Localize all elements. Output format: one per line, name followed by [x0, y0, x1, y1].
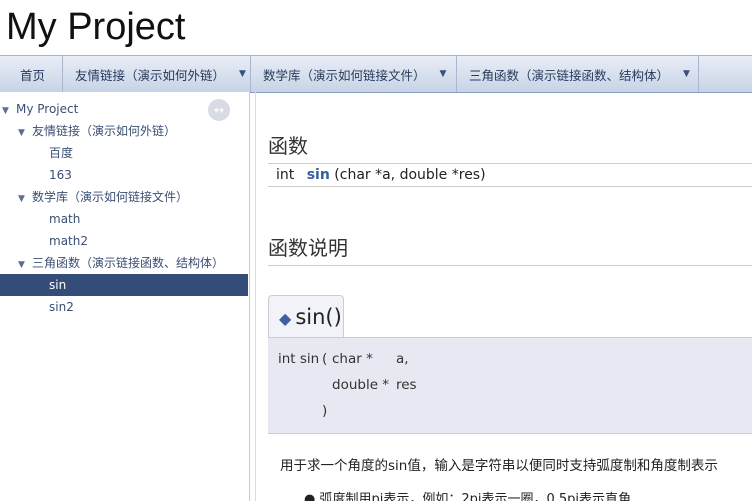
chevron-down-icon[interactable]: ▼ [2, 100, 16, 122]
sidebar-tree: ↔ ▼ My Project ▼ 友情链接（演示如何外链） 百度 163 ▼ 数学库（… [0, 92, 250, 501]
tree-root[interactable]: ▼ My Project [2, 98, 78, 120]
nav-home[interactable]: 首页 [0, 56, 63, 92]
nav-trig-label: 三角函数（演示链接函数、结构体） [469, 67, 670, 83]
tree-group-label: 数学库（演示如何链接文件） [32, 190, 189, 204]
chevron-down-icon: ▼ [439, 69, 447, 79]
proto-p1-name: a, [396, 351, 409, 367]
member-name: sin() [295, 305, 342, 329]
chevron-down-icon: ▼ [683, 69, 690, 79]
nav-mathlib-label: 数学库（演示如何链接文件） [263, 67, 426, 83]
proto-open: ( [322, 351, 328, 367]
list-item-text: 弧度制用pi表示，例如：2pi表示一圈，0.5pi表示直角 [319, 492, 632, 501]
function-params: (char *a, double *res) [334, 167, 486, 183]
top-nav-bar: 首页 友情链接（演示如何外链） ▼ 数学库（演示如何链接文件） ▼ 三角函数（演… [0, 55, 752, 93]
page-title: My Project [6, 6, 186, 48]
tree-group-trig[interactable]: ▼ 三角函数（演示链接函数、结构体） [18, 252, 224, 274]
member-description: 用于求一个角度的sin值，输入是字符串以便同时支持弧度制和角度制表示 [280, 458, 718, 474]
bullet-icon: ● [304, 492, 316, 501]
sync-toggle-icon[interactable]: ↔ [208, 99, 230, 121]
tree-item-baidu[interactable]: 百度 [49, 142, 73, 164]
tree-item-math[interactable]: math [49, 208, 80, 230]
tree-group-mathlib[interactable]: ▼ 数学库（演示如何链接文件） [18, 186, 188, 208]
tree-item-label: sin [49, 278, 67, 292]
return-type: int [276, 167, 295, 183]
tree-item-163[interactable]: 163 [49, 164, 72, 186]
chevron-down-icon[interactable]: ▼ [18, 188, 32, 210]
nav-mathlib-menu[interactable]: 数学库（演示如何链接文件） ▼ [251, 56, 457, 92]
nav-links-label: 友情链接（演示如何外链） [75, 67, 226, 83]
tree-item-sin-selected[interactable]: sin [0, 274, 248, 296]
tree-group-links[interactable]: ▼ 友情链接（演示如何外链） [18, 120, 176, 142]
proto-p2-name: res [396, 377, 417, 393]
chevron-down-icon[interactable]: ▼ [18, 122, 32, 144]
proto-ret: int sin [278, 351, 320, 367]
proto-p1-type: char * [332, 351, 373, 367]
function-signature-row: int sin (char *a, double *res) [268, 164, 752, 187]
nav-home-label: 首页 [20, 67, 46, 83]
function-link[interactable]: sin [307, 167, 330, 183]
nav-trig-menu[interactable]: 三角函数（演示链接函数、结构体） ▼ [457, 56, 699, 92]
details-heading: 函数说明 [268, 232, 752, 266]
tree-item-label: math2 [49, 234, 88, 248]
tree-item-label: 163 [49, 168, 72, 182]
functions-heading: 函数 [268, 130, 752, 164]
member-prototype: int sin ( char * a, double * res ) [268, 337, 752, 434]
list-item: ● 弧度制用pi表示，例如：2pi表示一圈，0.5pi表示直角 [304, 488, 631, 501]
tree-item-label: math [49, 212, 81, 226]
tree-item-math2[interactable]: math2 [49, 230, 88, 252]
nav-links-menu[interactable]: 友情链接（演示如何外链） ▼ [63, 56, 251, 92]
tree-root-label: My Project [16, 102, 79, 116]
tree-item-label: sin2 [49, 300, 74, 314]
diamond-icon: ◆ [279, 309, 292, 328]
chevron-down-icon: ▼ [239, 69, 246, 79]
tree-item-sin2[interactable]: sin2 [49, 296, 74, 318]
tree-item-label: 百度 [49, 146, 74, 160]
chevron-down-icon[interactable]: ▼ [18, 254, 32, 276]
main-content: 函数 int sin (char *a, double *res) 函数说明 ◆… [255, 92, 752, 501]
proto-p2-type: double * [332, 377, 390, 393]
member-tab: ◆ sin() [268, 295, 344, 337]
tree-group-label: 友情链接（演示如何外链） [32, 124, 177, 138]
proto-close: ) [322, 403, 328, 419]
tree-group-label: 三角函数（演示链接函数、结构体） [32, 256, 225, 270]
